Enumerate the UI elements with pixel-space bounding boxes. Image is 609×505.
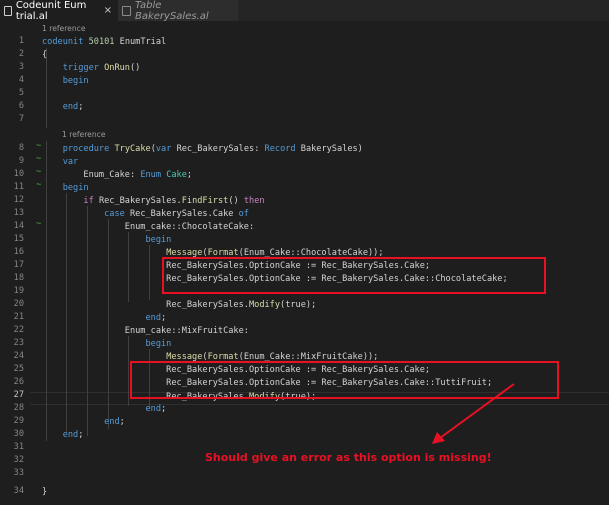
annotation-arrow <box>432 383 515 444</box>
annotation-note: Should give an error as this option is m… <box>205 451 492 464</box>
